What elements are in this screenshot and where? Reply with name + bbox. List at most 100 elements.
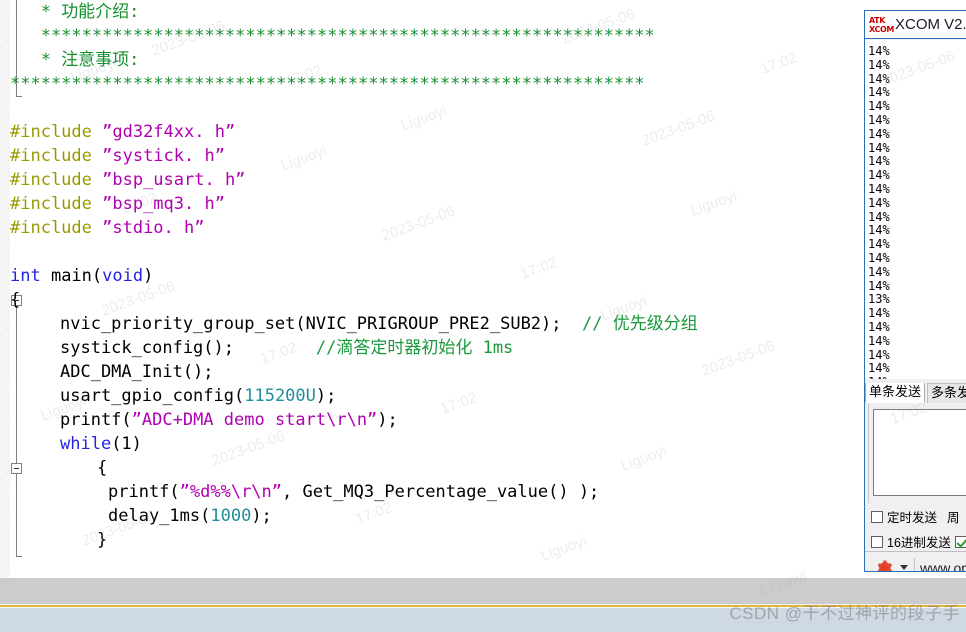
code-token: 1000 bbox=[210, 506, 252, 526]
code-token: 功能介绍: bbox=[61, 2, 140, 22]
csdn-watermark: CSDN @干不过神评的段子手 bbox=[666, 598, 966, 624]
code-line[interactable]: printf(”%d%%\r\n”, Get_MQ3_Percentage_va… bbox=[10, 480, 966, 504]
receive-line: 14% bbox=[868, 71, 890, 86]
receive-line: 14% bbox=[868, 264, 890, 279]
code-line[interactable]: ADC_DMA_Init(); bbox=[10, 360, 966, 384]
gear-icon[interactable] bbox=[875, 559, 893, 573]
code-token: delay_1ms( bbox=[108, 506, 211, 526]
receive-line: 14% bbox=[868, 375, 964, 379]
receive-line: 14% bbox=[868, 126, 890, 141]
code-line[interactable]: int main(void) bbox=[10, 264, 966, 288]
xcom-send-input[interactable] bbox=[873, 409, 966, 496]
code-line[interactable]: * 注意事项: bbox=[10, 48, 966, 72]
option-timed-send[interactable]: 定时发送 周 bbox=[871, 507, 960, 526]
code-token: (1) bbox=[111, 434, 142, 454]
atk-logo-line2: XCOM bbox=[869, 24, 894, 34]
editor-gutter bbox=[0, 0, 10, 578]
receive-line: 14% bbox=[868, 209, 890, 224]
code-token: while bbox=[60, 434, 112, 454]
code-token: ); bbox=[377, 410, 398, 430]
code-token: printf( bbox=[60, 410, 132, 430]
code-line[interactable]: * 功能介绍: bbox=[10, 0, 966, 24]
code-line[interactable]: #include ”gd32f4xx. h” bbox=[10, 120, 966, 144]
option-hex-send-label: 16进制发送 bbox=[887, 536, 951, 550]
code-line[interactable] bbox=[10, 240, 966, 264]
code-token: ); bbox=[315, 386, 337, 406]
xcom-receive-lines: 14% 14% 14% 14% 14% 14% 14% 14% 14% 14% 14% 14% 14% 1… bbox=[868, 44, 964, 379]
receive-line: 14% bbox=[868, 250, 890, 265]
tab-multi-send[interactable]: 多条发 bbox=[927, 383, 966, 403]
code-token: ) bbox=[143, 266, 154, 286]
gear-dropdown-caret-icon[interactable] bbox=[900, 565, 908, 570]
code-token: { bbox=[10, 290, 21, 310]
receive-line: 14% bbox=[868, 278, 890, 293]
code-line[interactable]: ****************************************… bbox=[10, 72, 966, 96]
code-token: //滴答定时器初始化 1ms bbox=[315, 338, 514, 358]
code-token: { bbox=[56, 458, 108, 478]
code-token: printf( bbox=[108, 482, 180, 502]
code-line[interactable]: } bbox=[10, 528, 966, 552]
receive-line: 14% bbox=[868, 57, 890, 72]
code-token: ****************************************… bbox=[10, 74, 645, 94]
xcom-window[interactable]: ATK XCOM XCOM V2.3 14%14%14%14%14%14%14%… bbox=[864, 10, 966, 572]
code-line[interactable]: #include ”bsp_usart. h” bbox=[10, 168, 966, 192]
receive-line: 14% bbox=[868, 306, 890, 321]
code-token: void bbox=[102, 266, 144, 286]
receive-line: 14% bbox=[868, 44, 890, 58]
code-line[interactable] bbox=[10, 552, 966, 576]
code-token: ”bsp_mq3. h” bbox=[102, 194, 225, 214]
code-line[interactable]: systick_config(); //滴答定时器初始化 1ms bbox=[10, 336, 966, 360]
xcom-receive-area[interactable]: 14% 14% 14% 14% 14% 14% 14% 14% 14% 14% 14% 14% 14% 1… bbox=[865, 40, 966, 379]
code-line[interactable]: printf(”ADC+DMA demo start\r\n”); bbox=[10, 408, 966, 432]
code-token: #include bbox=[10, 194, 103, 214]
tab-single-send[interactable]: 单条发送 bbox=[865, 383, 926, 403]
xcom-footer-bar[interactable]: www.op bbox=[865, 551, 966, 573]
code-line[interactable] bbox=[10, 96, 966, 120]
checkbox-timed-send[interactable] bbox=[871, 510, 883, 523]
code-token: int bbox=[10, 266, 51, 286]
code-text[interactable]: * 功能介绍: ********************************… bbox=[10, 0, 966, 578]
receive-line: 14% bbox=[868, 154, 890, 169]
receive-line: 14% bbox=[868, 319, 890, 334]
code-line[interactable]: #include ”stdio. h” bbox=[10, 216, 966, 240]
code-editor[interactable]: * 功能介绍: ********************************… bbox=[0, 0, 966, 578]
checkbox-extra-option[interactable] bbox=[954, 535, 966, 548]
atk-logo-line1: ATK bbox=[869, 15, 886, 25]
code-line[interactable]: { bbox=[10, 288, 966, 312]
code-token: ”ADC+DMA demo start\r\n” bbox=[131, 410, 378, 430]
code-token: ”systick. h” bbox=[102, 146, 225, 166]
xcom-titlebar[interactable]: ATK XCOM XCOM V2.3 bbox=[865, 11, 966, 39]
csdn-watermark-label: CSDN @干不过神评的段子手 bbox=[729, 603, 960, 623]
footer-url-label[interactable]: www.op bbox=[920, 560, 966, 572]
code-token: ”stdio. h” bbox=[102, 218, 205, 238]
receive-line: 14% bbox=[868, 85, 890, 100]
code-token: usart_gpio_config( bbox=[60, 386, 245, 406]
footer-separator bbox=[914, 557, 915, 571]
code-token: ”gd32f4xx. h” bbox=[102, 122, 236, 142]
atk-logo-icon: ATK XCOM bbox=[869, 15, 894, 34]
code-token: * bbox=[10, 50, 62, 70]
code-line[interactable]: while(1) bbox=[10, 432, 966, 456]
code-token: * bbox=[10, 2, 62, 22]
code-line[interactable]: nvic_priority_group_set(NVIC_PRIGROUP_PR… bbox=[10, 312, 966, 336]
receive-line: 14% bbox=[868, 223, 890, 238]
code-token: main( bbox=[50, 266, 103, 286]
xcom-pane-edge bbox=[865, 403, 869, 503]
code-token: #include bbox=[10, 146, 103, 166]
code-token: #include bbox=[10, 218, 103, 238]
code-token: 注意事项: bbox=[61, 50, 140, 70]
code-line[interactable]: { bbox=[10, 456, 966, 480]
code-token: // 优先级分组 bbox=[581, 314, 698, 334]
code-line[interactable]: #include ”systick. h” bbox=[10, 144, 966, 168]
option-hex-send[interactable]: 16进制发送 bbox=[871, 532, 966, 551]
xcom-send-tabs[interactable]: 单条发送 多条发 bbox=[865, 383, 966, 403]
code-line[interactable]: #include ”bsp_mq3. h” bbox=[10, 192, 966, 216]
code-line[interactable]: usart_gpio_config(115200U); bbox=[10, 384, 966, 408]
checkbox-hex-send[interactable] bbox=[871, 535, 883, 548]
code-line[interactable]: delay_1ms(1000); bbox=[10, 504, 966, 528]
xcom-title-label: XCOM V2.3 bbox=[895, 16, 966, 33]
code-token: #include bbox=[10, 170, 103, 190]
screen: * 功能介绍: ********************************… bbox=[0, 0, 966, 632]
receive-line: 14% bbox=[868, 112, 890, 127]
code-line[interactable]: ****************************************… bbox=[10, 24, 966, 48]
